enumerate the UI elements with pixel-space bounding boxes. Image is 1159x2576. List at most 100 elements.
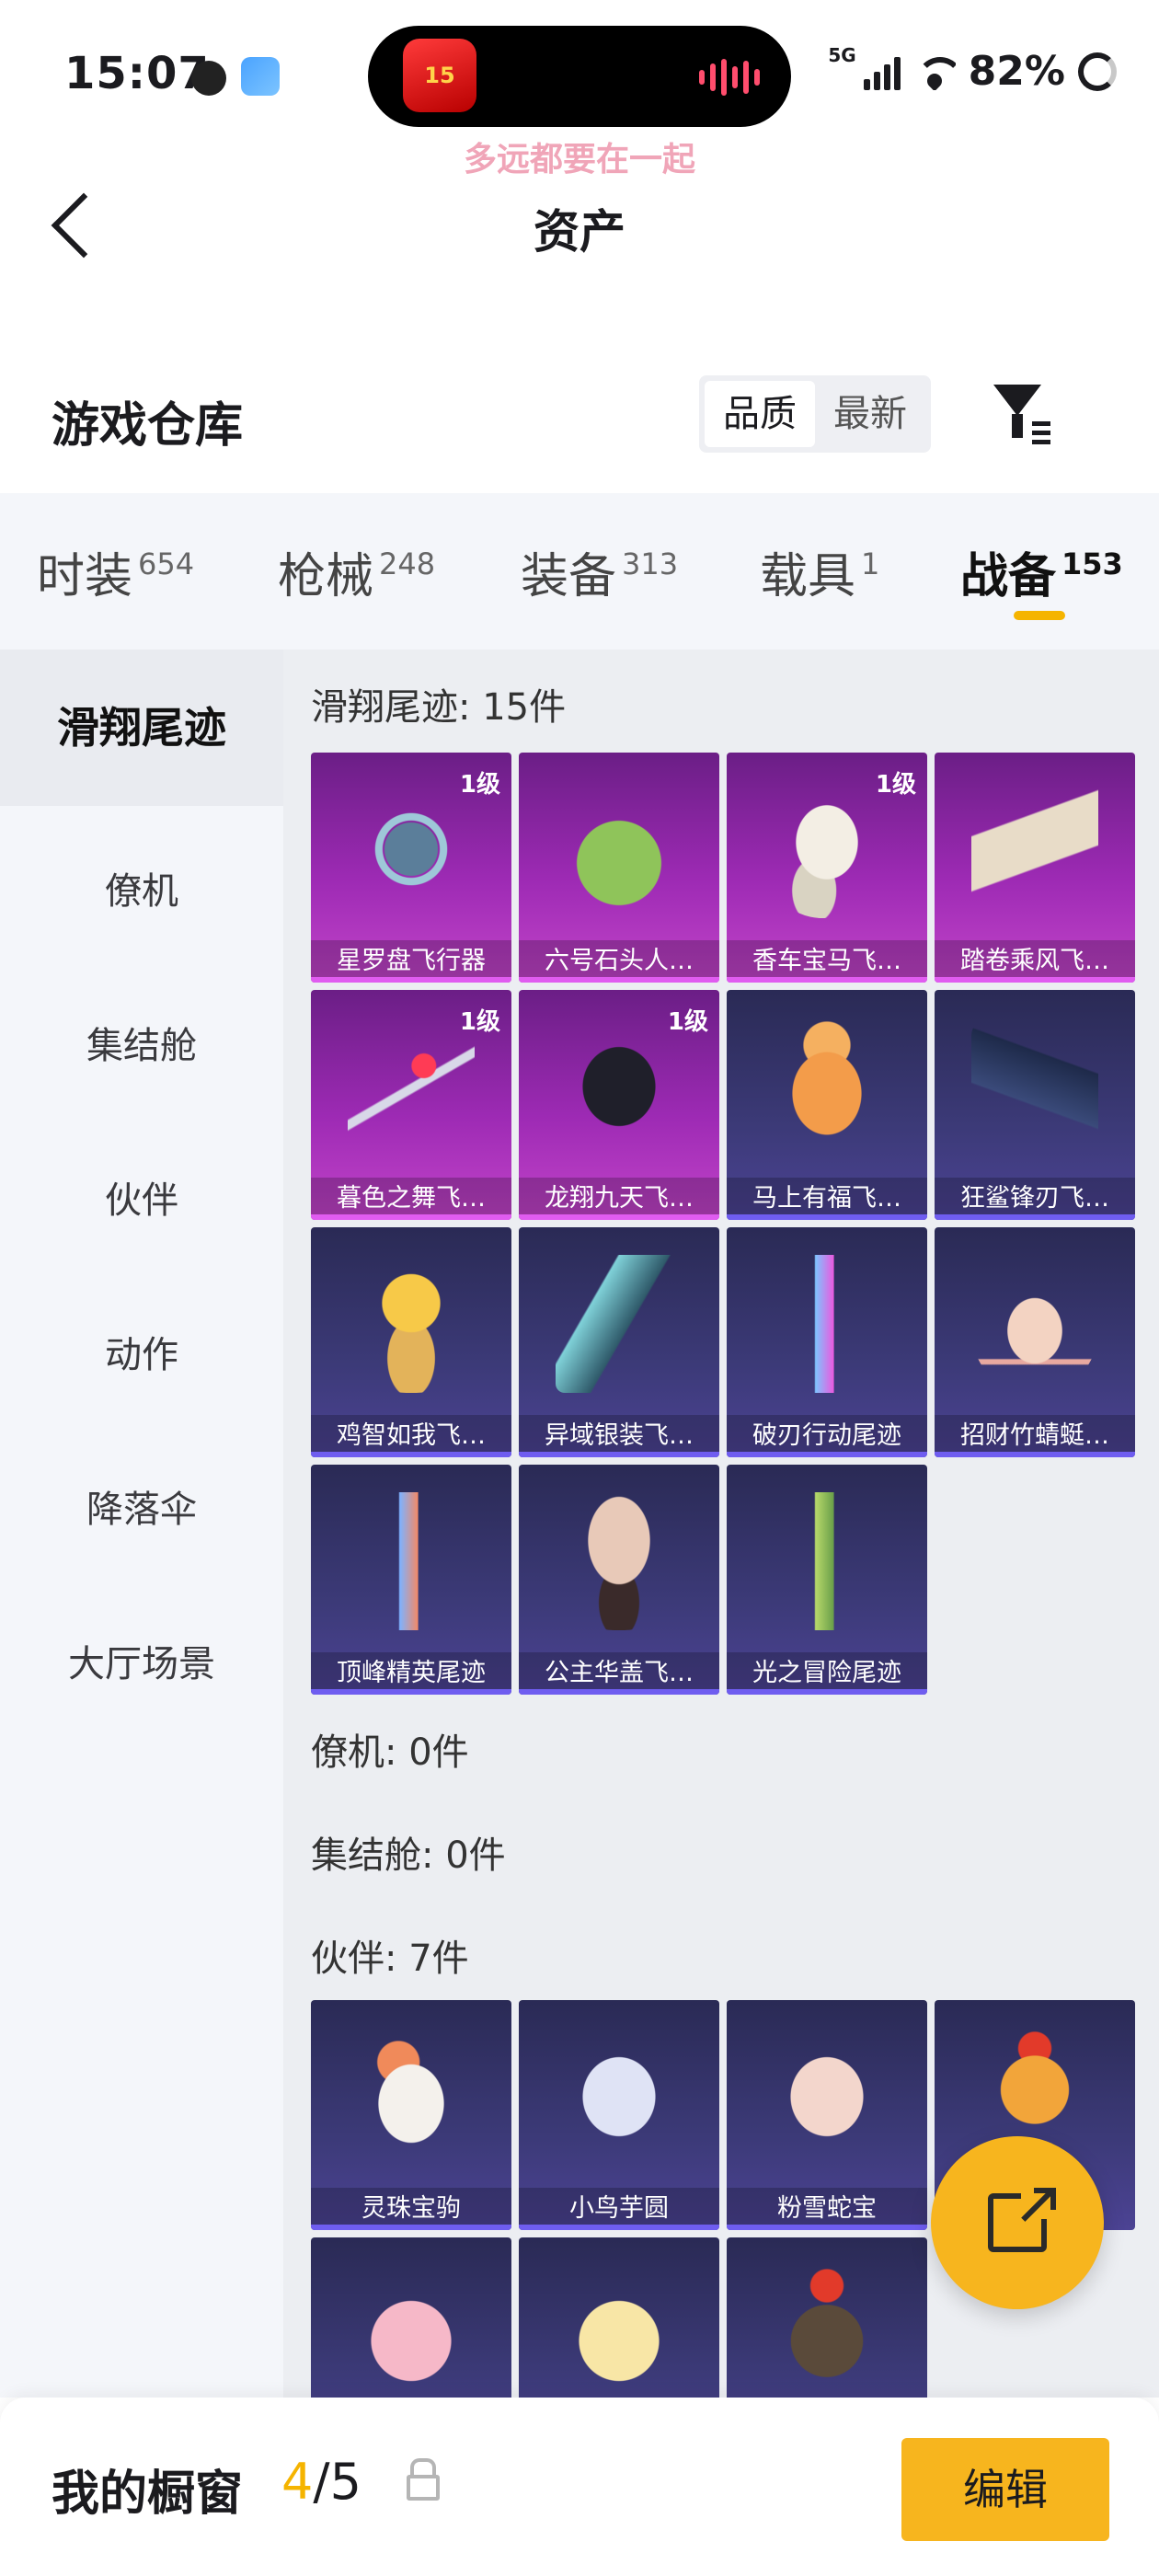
item-art bbox=[971, 1018, 1098, 1156]
tab-combat-prep[interactable]: 战备 153 bbox=[960, 537, 1123, 606]
item-card[interactable]: 1级香车宝马飞… bbox=[727, 753, 927, 983]
item-name: 星罗盘飞行器 bbox=[311, 940, 511, 983]
item-art bbox=[556, 1018, 683, 1156]
side-item-rally-capsule[interactable]: 集结舱 bbox=[0, 1016, 283, 1069]
item-art bbox=[556, 1255, 683, 1393]
sort-quality-button[interactable]: 品质 bbox=[705, 381, 815, 447]
showcase-label: 我的橱窗 bbox=[52, 2467, 244, 2522]
item-name: 暮色之舞飞… bbox=[311, 1178, 511, 1220]
sort-latest-button[interactable]: 最新 bbox=[815, 381, 925, 447]
item-name: 踏卷乘风飞… bbox=[935, 940, 1135, 983]
tab-vehicles[interactable]: 载具 1 bbox=[760, 537, 879, 606]
item-level-badge: 1级 bbox=[459, 1008, 500, 1036]
tab-equipment[interactable]: 装备 313 bbox=[521, 537, 678, 606]
share-button[interactable] bbox=[931, 2136, 1104, 2309]
section-title-partner: 伙伴: 7件 bbox=[311, 1938, 469, 1980]
sort-toggle: 品质 最新 bbox=[699, 375, 931, 453]
item-art bbox=[763, 1018, 890, 1156]
item-art bbox=[348, 1018, 475, 1156]
status-right: 5G 82% bbox=[828, 44, 1117, 95]
item-name: 香车宝马飞… bbox=[727, 940, 927, 983]
item-art bbox=[763, 780, 890, 918]
edit-button[interactable]: 编辑 bbox=[901, 2438, 1109, 2541]
tab-fashion[interactable]: 时装 654 bbox=[37, 537, 194, 606]
item-card[interactable]: 粉雪蛇宝 bbox=[727, 2000, 927, 2230]
item-card[interactable]: 小鸟芋圆 bbox=[519, 2000, 719, 2230]
side-item-wingman[interactable]: 僚机 bbox=[0, 861, 283, 914]
status-bar: 15:07 15 5G 82% bbox=[0, 0, 1159, 147]
item-name: 招财竹蜻蜓… bbox=[935, 1415, 1135, 1457]
item-art bbox=[971, 1255, 1098, 1393]
item-art bbox=[348, 780, 475, 918]
item-art bbox=[971, 780, 1098, 918]
item-level-badge: 1级 bbox=[459, 771, 500, 799]
item-art bbox=[348, 2265, 475, 2398]
side-item-lobby-scene[interactable]: 大厅场景 bbox=[0, 1634, 283, 1687]
item-card[interactable]: 1级龙翔九天飞… bbox=[519, 990, 719, 1220]
glide-grid: 1级 星罗盘飞行器 六号石头人… 1级 香车宝马飞… 踏卷乘风飞… 1级 暮色之舞飞…… bbox=[311, 753, 1135, 1695]
item-name: 顶峰精英尾迹 bbox=[311, 1652, 511, 1695]
item-card[interactable]: 灵珠宝驹 bbox=[311, 2000, 511, 2230]
side-item-parachute[interactable]: 降落伞 bbox=[0, 1479, 283, 1533]
item-card[interactable]: 光之冒险尾迹 bbox=[727, 1465, 927, 1695]
item-card[interactable]: 1级星罗盘飞行器 bbox=[311, 753, 511, 983]
item-name: 异域银装飞… bbox=[519, 1415, 719, 1457]
item-name: 鸡智如我飞… bbox=[311, 1415, 511, 1457]
item-card[interactable] bbox=[519, 2237, 719, 2398]
item-card[interactable]: 马上有福飞… bbox=[727, 990, 927, 1220]
item-art bbox=[556, 2265, 683, 2398]
filter-icon[interactable] bbox=[990, 379, 1054, 449]
lock-icon bbox=[407, 2458, 440, 2501]
item-card[interactable] bbox=[311, 2237, 511, 2398]
category-tabs: 时装 654 枪械 248 装备 313 载具 1 战备 153 bbox=[0, 493, 1159, 650]
item-card[interactable]: 狂鲨锋刃飞… bbox=[935, 990, 1135, 1220]
item-card[interactable] bbox=[727, 2237, 927, 2398]
item-name: 狂鲨锋刃飞… bbox=[935, 1178, 1135, 1220]
side-nav: 滑翔尾迹 僚机 集结舱 伙伴 动作 降落伞 大厅场景 bbox=[0, 650, 283, 2398]
battery-icon bbox=[1078, 52, 1117, 91]
network-type: 5G bbox=[828, 43, 856, 66]
section-title-capsule: 集结舱: 0件 bbox=[311, 1834, 506, 1877]
status-time: 15:07 bbox=[64, 48, 210, 99]
item-name: 六号石头人… bbox=[519, 940, 719, 983]
item-card[interactable]: 招财竹蜻蜓… bbox=[935, 1227, 1135, 1457]
item-card[interactable]: 公主华盖飞… bbox=[519, 1465, 719, 1695]
share-arrow-icon bbox=[1034, 2188, 1056, 2210]
item-name: 破刃行动尾迹 bbox=[727, 1415, 927, 1457]
item-art bbox=[556, 780, 683, 918]
marquee-text: 多远都要在一起 bbox=[463, 141, 695, 178]
item-art bbox=[556, 1492, 683, 1630]
showcase-count: 4/5 bbox=[281, 2453, 361, 2511]
item-card[interactable]: 破刃行动尾迹 bbox=[727, 1227, 927, 1457]
item-card[interactable]: 鸡智如我飞… bbox=[311, 1227, 511, 1457]
page-title: 资产 bbox=[534, 205, 625, 259]
item-card[interactable]: 1级暮色之舞飞… bbox=[311, 990, 511, 1220]
item-name: 龙翔九天飞… bbox=[519, 1178, 719, 1220]
audio-wave-icon bbox=[699, 59, 760, 96]
item-art bbox=[348, 1492, 475, 1630]
item-level-badge: 1级 bbox=[667, 1008, 708, 1036]
side-item-glide-trail[interactable]: 滑翔尾迹 bbox=[0, 650, 283, 806]
app-notification-icon bbox=[241, 57, 280, 96]
item-art bbox=[763, 1492, 890, 1630]
item-card[interactable]: 踏卷乘风飞… bbox=[935, 753, 1135, 983]
battery-percent: 82% bbox=[968, 48, 1065, 95]
side-item-partner[interactable]: 伙伴 bbox=[0, 1170, 283, 1224]
wifi-icon bbox=[913, 53, 956, 90]
item-card[interactable]: 异域银装飞… bbox=[519, 1227, 719, 1457]
warehouse-title: 游戏仓库 bbox=[52, 398, 244, 454]
item-art bbox=[763, 2265, 890, 2398]
showcase-bar: 我的橱窗 4/5 编辑 bbox=[0, 2398, 1159, 2576]
side-item-emote[interactable]: 动作 bbox=[0, 1325, 283, 1378]
item-name: 粉雪蛇宝 bbox=[727, 2188, 927, 2230]
section-title-glide: 滑翔尾迹: 15件 bbox=[311, 686, 567, 729]
item-card[interactable]: 六号石头人… bbox=[519, 753, 719, 983]
section-title-wingman: 僚机: 0件 bbox=[311, 1731, 469, 1774]
tab-guns[interactable]: 枪械 248 bbox=[278, 537, 435, 606]
dynamic-island[interactable]: 15 bbox=[368, 26, 791, 127]
active-tab-indicator bbox=[1014, 611, 1065, 620]
item-card[interactable]: 顶峰精英尾迹 bbox=[311, 1465, 511, 1695]
item-art bbox=[348, 2028, 475, 2166]
item-level-badge: 1级 bbox=[875, 771, 916, 799]
item-list[interactable]: 滑翔尾迹: 15件 1级 星罗盘飞行器 六号石头人… 1级 香车宝马飞… 踏卷乘风飞… bbox=[283, 650, 1159, 2398]
